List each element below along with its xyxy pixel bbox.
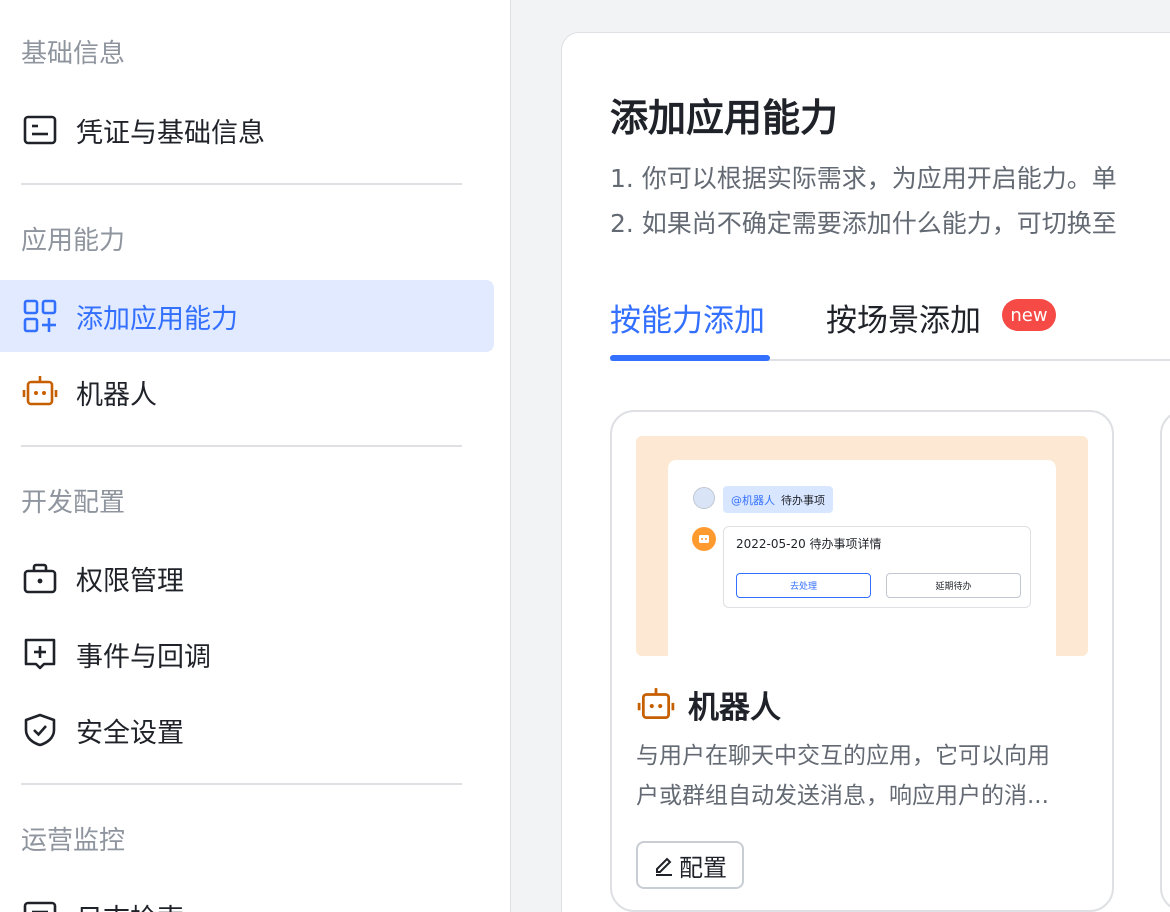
sidebar-item-add-capability[interactable]: 添加应用能力 [0, 280, 494, 352]
shield-icon [22, 712, 58, 748]
section-title-dev-config: 开发配置 [21, 488, 126, 518]
config-button[interactable]: 配置 [636, 841, 744, 889]
card-description-line-2: 户或群组自动发送消息，响应用户的消... [636, 783, 1049, 809]
tab-by-capability[interactable]: 按能力添加 [610, 295, 765, 340]
capability-card-next[interactable] [1160, 410, 1170, 912]
sidebar-item-credentials[interactable]: 凭证与基础信息 [0, 94, 494, 166]
new-badge: new [1002, 299, 1056, 331]
sidebar-item-label: 机器人 [76, 379, 157, 411]
card-title: 机器人 [688, 690, 781, 726]
capability-card-robot[interactable]: @机器人 待办事项 2022-05-20 待办事项详情 去处理 延期待办 机器人 [610, 410, 1114, 912]
divider [21, 183, 462, 185]
description-line-2: 2. 如果尚不确定需要添加什么能力，可切换至 [610, 209, 1117, 238]
tab-active-indicator [610, 355, 770, 361]
preview-handle-button: 去处理 [736, 573, 871, 598]
divider [21, 783, 462, 785]
sidebar-item-label: 添加应用能力 [76, 303, 238, 335]
preview-mention-tag: @机器人 待办事项 [723, 486, 833, 513]
preview-postpone-button: 延期待办 [886, 573, 1021, 598]
sidebar-item-robot[interactable]: 机器人 [0, 356, 494, 428]
add-grid-icon [22, 298, 58, 334]
card-header: 机器人 [636, 682, 781, 727]
section-title-basic: 基础信息 [21, 39, 126, 69]
preview-message-card: 2022-05-20 待办事项详情 去处理 延期待办 [723, 526, 1031, 608]
avatar [693, 487, 715, 509]
sidebar-item-permissions[interactable]: 权限管理 [0, 542, 494, 614]
sidebar: 基础信息 凭证与基础信息 应用能力 添加应用能力 机器人 开发配置 权限管理 事… [0, 0, 511, 912]
section-title-operations: 运营监控 [21, 826, 126, 856]
edit-pen-icon [653, 854, 675, 876]
section-title-capabilities: 应用能力 [21, 226, 126, 256]
page-title: 添加应用能力 [610, 96, 839, 140]
robot-icon [22, 374, 58, 410]
sidebar-item-events[interactable]: 事件与回调 [0, 618, 494, 690]
preview-chat-window: @机器人 待办事项 2022-05-20 待办事项详情 去处理 延期待办 [668, 460, 1056, 656]
sidebar-item-label: 日志检索 [76, 897, 184, 912]
sidebar-item-logs[interactable]: 日志检索 [0, 880, 494, 912]
sidebar-item-label: 事件与回调 [76, 641, 211, 673]
card-preview-image: @机器人 待办事项 2022-05-20 待办事项详情 去处理 延期待办 [636, 436, 1088, 656]
log-icon [22, 898, 58, 912]
tab-by-scenario[interactable]: 按场景添加 [826, 295, 981, 340]
description-line-1: 1. 你可以根据实际需求，为应用开启能力。单 [610, 164, 1117, 193]
tab-bar: 按能力添加 按场景添加 new [610, 285, 1170, 361]
sidebar-item-label: 权限管理 [76, 565, 184, 597]
robot-icon [636, 685, 676, 725]
sidebar-item-label: 凭证与基础信息 [76, 117, 265, 149]
id-card-icon [22, 112, 58, 148]
preview-message: 2022-05-20 待办事项详情 [736, 537, 882, 551]
card-description: 与用户在聊天中交互的应用，它可以向用 户或群组自动发送消息，响应用户的消... [636, 736, 1076, 816]
event-plus-icon [22, 636, 58, 672]
preview-mention: @机器人 [731, 493, 775, 507]
sidebar-item-label: 安全设置 [76, 717, 184, 749]
sidebar-item-security[interactable]: 安全设置 [0, 694, 494, 766]
main-panel: 添加应用能力 1. 你可以根据实际需求，为应用开启能力。单 2. 如果尚不确定需… [561, 32, 1170, 912]
bot-avatar-icon [692, 527, 716, 551]
preview-mention-text: 待办事项 [781, 493, 825, 507]
card-description-line-1: 与用户在聊天中交互的应用，它可以向用 [636, 743, 1050, 769]
lock-bag-icon [22, 560, 58, 596]
config-button-label: 配置 [679, 853, 727, 882]
divider [21, 445, 462, 447]
